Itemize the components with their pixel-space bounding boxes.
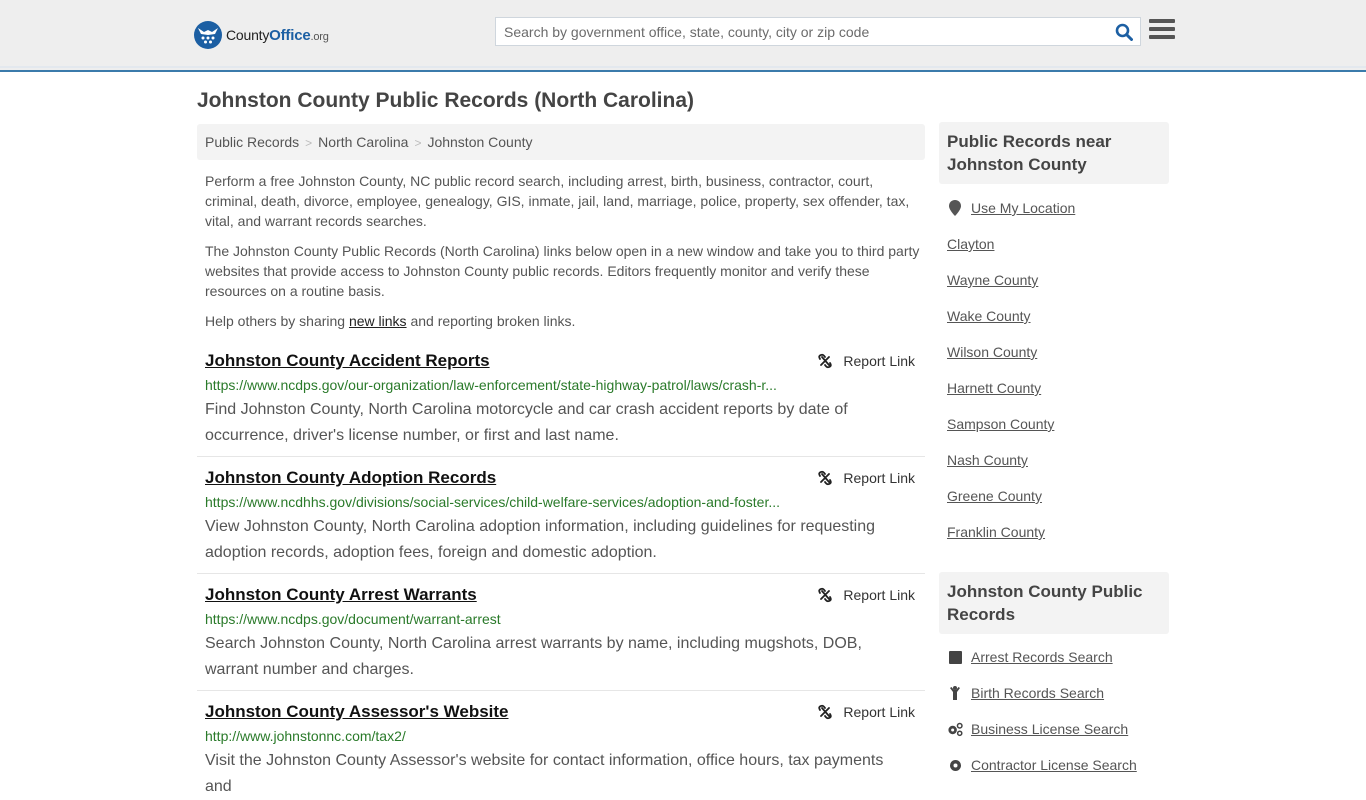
record-result: Johnston County Accident Reports Report … <box>197 351 925 451</box>
logo-text: CountyOffice.org <box>226 27 329 44</box>
page-title: Johnston County Public Records (North Ca… <box>197 89 695 112</box>
breadcrumb-north-carolina[interactable]: North Carolina <box>318 134 408 150</box>
nearby-item: Clayton <box>947 236 994 252</box>
intro-paragraph-1: Perform a free Johnston County, NC publi… <box>205 173 910 229</box>
menu-bar-line <box>1149 35 1175 39</box>
logo-org: .org <box>310 30 329 43</box>
use-my-location-item: Use My Location <box>947 200 1075 216</box>
nearby-link-wake-county[interactable]: Wake County <box>947 308 1031 324</box>
nearby-item: Wake County <box>947 308 1031 324</box>
county-records-heading: Johnston County Public Records <box>939 572 1169 634</box>
cogs-icon <box>947 721 963 737</box>
search-bar <box>495 17 1141 46</box>
nearby-link-wilson-county[interactable]: Wilson County <box>947 344 1037 360</box>
report-link-label: Report Link <box>843 704 915 720</box>
nearby-item: Nash County <box>947 452 1028 468</box>
nearby-link-nash-county[interactable]: Nash County <box>947 452 1028 468</box>
child-icon <box>947 685 963 701</box>
contractor-license-search-link[interactable]: Contractor License Search <box>971 757 1137 773</box>
report-link-button[interactable]: Report Link <box>817 353 915 369</box>
nearby-records-heading: Public Records near Johnston County <box>939 122 1169 184</box>
eagle-logo-icon <box>194 21 222 49</box>
records-item: Arrest Records Search <box>947 649 1113 665</box>
result-url[interactable]: https://www.ncdhhs.gov/divisions/social-… <box>205 494 780 510</box>
broken-link-icon <box>818 353 833 369</box>
intro-text: Perform a free Johnston County, NC publi… <box>205 171 920 341</box>
broken-link-icon <box>818 704 833 720</box>
arrest-records-search-link[interactable]: Arrest Records Search <box>971 649 1113 665</box>
report-link-button[interactable]: Report Link <box>817 470 915 486</box>
menu-bar-line <box>1149 27 1175 31</box>
birth-records-search-link[interactable]: Birth Records Search <box>971 685 1104 701</box>
nearby-item: Greene County <box>947 488 1042 504</box>
result-title-link[interactable]: Johnston County Arrest Warrants <box>205 585 477 605</box>
report-link-button[interactable]: Report Link <box>817 704 915 720</box>
record-result: Johnston County Assessor's Website Repor… <box>197 702 925 795</box>
menu-bar-line <box>1149 19 1175 23</box>
divider <box>197 456 925 457</box>
report-link-label: Report Link <box>843 587 915 603</box>
arrest-square-icon <box>947 649 963 665</box>
divider <box>197 690 925 691</box>
nearby-item: Sampson County <box>947 416 1054 432</box>
intro-help-text: Help others by sharing <box>205 313 349 329</box>
nearby-link-sampson-county[interactable]: Sampson County <box>947 416 1054 432</box>
result-description: Search Johnston County, North Carolina a… <box>205 635 862 678</box>
nearby-item: Franklin County <box>947 524 1045 540</box>
report-link-button[interactable]: Report Link <box>817 587 915 603</box>
result-title-link[interactable]: Johnston County Adoption Records <box>205 468 496 488</box>
result-description: View Johnston County, North Carolina ado… <box>205 518 876 561</box>
record-result: Johnston County Arrest Warrants Report L… <box>197 585 925 685</box>
nearby-link-clayton[interactable]: Clayton <box>947 236 994 252</box>
search-button[interactable] <box>1108 18 1140 45</box>
hamburger-menu-button[interactable] <box>1149 19 1175 43</box>
new-links-link[interactable]: new links <box>349 313 407 329</box>
broken-link-icon <box>818 587 833 603</box>
breadcrumb-separator: > <box>414 136 422 150</box>
map-marker-icon <box>947 200 963 216</box>
records-item: Business License Search <box>947 721 1128 737</box>
nearby-link-greene-county[interactable]: Greene County <box>947 488 1042 504</box>
gear-icon <box>947 757 963 773</box>
result-description: Visit the Johnston County Assessor's web… <box>205 752 884 795</box>
top-header: CountyOffice.org <box>0 0 1366 72</box>
nearby-item: Harnett County <box>947 380 1041 396</box>
divider <box>197 573 925 574</box>
records-item: Birth Records Search <box>947 685 1104 701</box>
intro-paragraph-2: The Johnston County Public Records (Nort… <box>205 243 920 299</box>
result-url[interactable]: https://www.ncdps.gov/our-organization/l… <box>205 377 777 393</box>
breadcrumb-separator: > <box>305 136 313 150</box>
result-description: Find Johnston County, North Carolina mot… <box>205 401 848 444</box>
report-link-label: Report Link <box>843 470 915 486</box>
logo-county: County <box>226 26 270 43</box>
nearby-link-harnett-county[interactable]: Harnett County <box>947 380 1041 396</box>
records-item: Contractor License Search <box>947 757 1137 773</box>
breadcrumb-public-records[interactable]: Public Records <box>205 134 299 150</box>
nearby-item: Wilson County <box>947 344 1037 360</box>
search-icon <box>1115 23 1133 41</box>
result-title-link[interactable]: Johnston County Accident Reports <box>205 351 490 371</box>
result-title-link[interactable]: Johnston County Assessor's Website <box>205 702 509 722</box>
nearby-item: Wayne County <box>947 272 1038 288</box>
use-my-location-link[interactable]: Use My Location <box>971 200 1075 216</box>
nearby-link-wayne-county[interactable]: Wayne County <box>947 272 1038 288</box>
result-url[interactable]: https://www.ncdps.gov/document/warrant-a… <box>205 611 501 627</box>
intro-help-text-end: and reporting broken links. <box>406 313 576 329</box>
intro-paragraph-3: Help others by sharing new links and rep… <box>205 311 920 331</box>
result-url[interactable]: http://www.johnstonnc.com/tax2/ <box>205 728 406 744</box>
site-logo[interactable]: CountyOffice.org <box>194 21 329 49</box>
broken-link-icon <box>818 470 833 486</box>
logo-office: Office <box>269 26 311 44</box>
breadcrumb-johnston-county[interactable]: Johnston County <box>427 134 532 150</box>
report-link-label: Report Link <box>843 353 915 369</box>
business-license-search-link[interactable]: Business License Search <box>971 721 1128 737</box>
nearby-link-franklin-county[interactable]: Franklin County <box>947 524 1045 540</box>
record-result: Johnston County Adoption Records Report … <box>197 468 925 568</box>
search-input[interactable] <box>496 18 1108 45</box>
breadcrumb: Public Records > North Carolina > Johnston C… <box>197 124 925 160</box>
